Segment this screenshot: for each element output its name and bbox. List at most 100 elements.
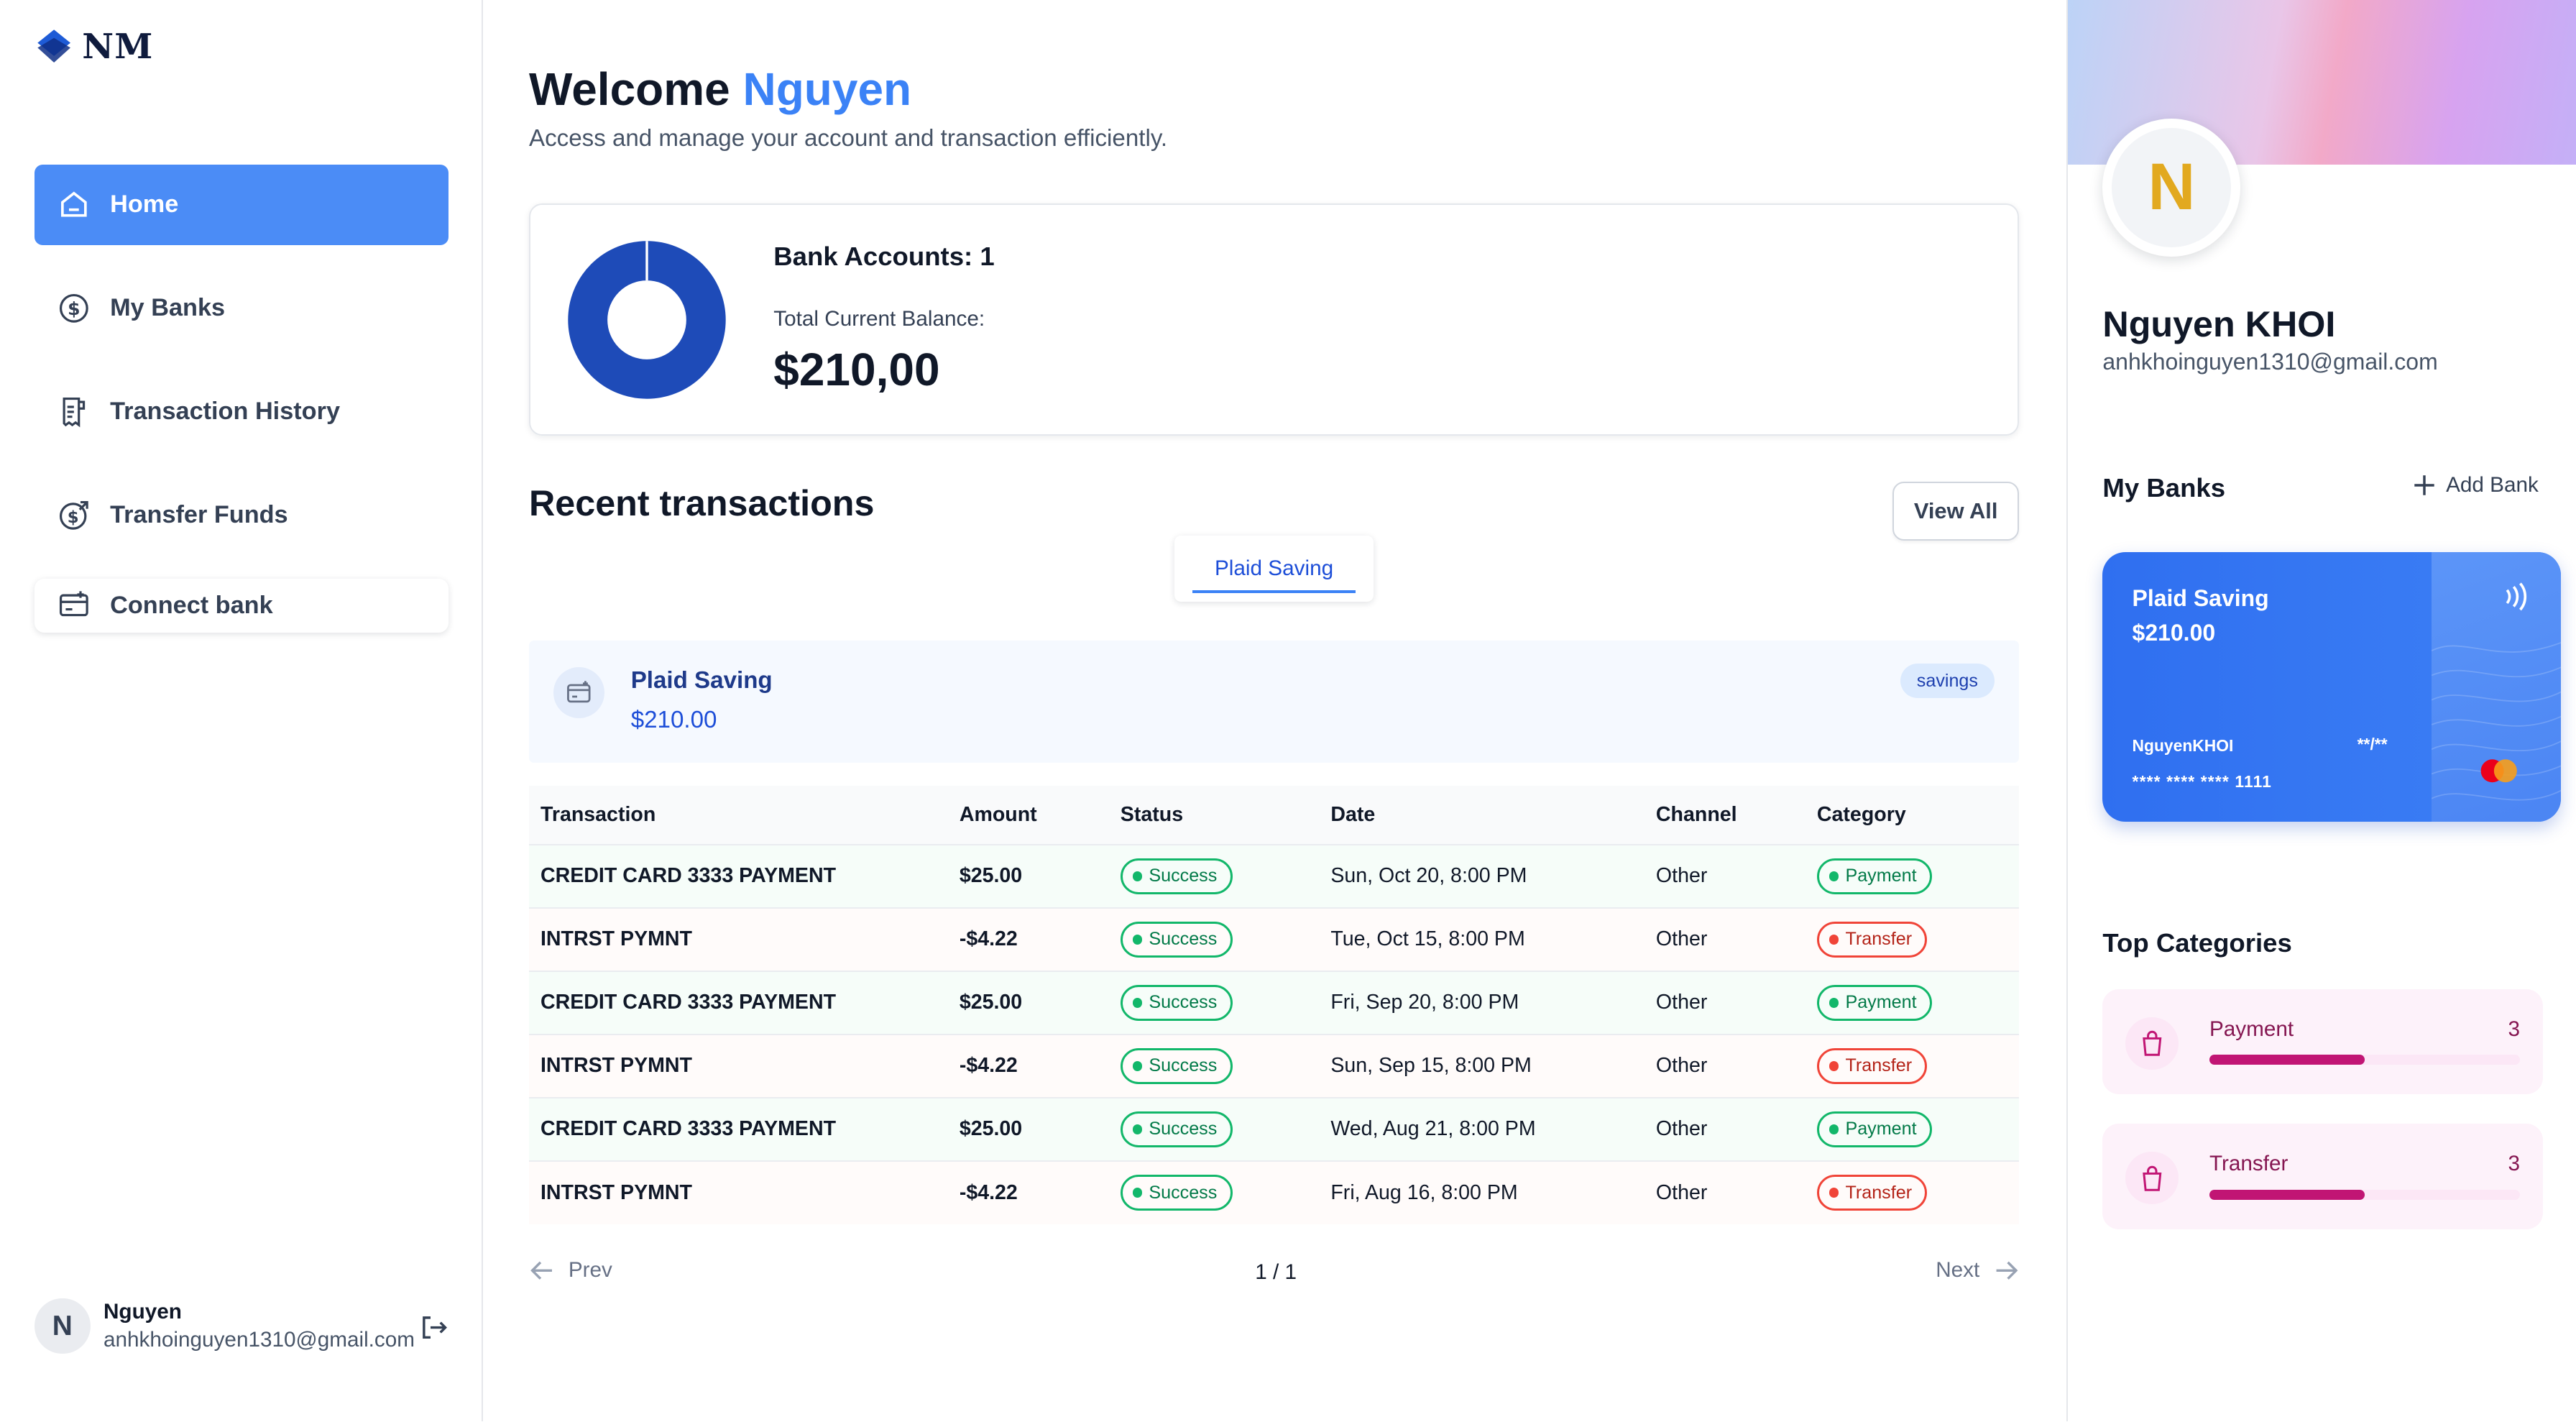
status-badge: Success xyxy=(1120,984,1233,1021)
col-category: Category xyxy=(1805,785,2020,845)
nav-transfer-funds[interactable]: $ Transfer Funds xyxy=(34,475,448,556)
profile-avatar: N xyxy=(2102,118,2241,257)
tx-channel: Other xyxy=(1644,843,1806,908)
bank-account-info: Plaid Saving $210.00 savings xyxy=(528,641,2020,763)
tx-date: Sun, Oct 20, 8:00 PM xyxy=(1319,843,1644,908)
tx-channel: Other xyxy=(1644,1096,1806,1161)
status-text: Success xyxy=(1149,1119,1218,1139)
table-row[interactable]: CREDIT CARD 3333 PAYMENT $25.00 Success … xyxy=(528,843,2020,908)
tx-name: INTRST PYMNT xyxy=(528,1033,948,1098)
table-row[interactable]: CREDIT CARD 3333 PAYMENT $25.00 Success … xyxy=(528,1096,2020,1161)
category-progress xyxy=(2209,1189,2520,1200)
category-card-transfer: Transfer 3 xyxy=(2102,1124,2543,1229)
col-transaction: Transaction xyxy=(528,785,948,845)
category-badge: Transfer xyxy=(1816,1175,1928,1211)
logo[interactable]: NM xyxy=(36,27,153,67)
category-card-payment: Payment 3 xyxy=(2102,988,2543,1095)
category-count: 3 xyxy=(2508,1017,2520,1041)
page-indicator: 1 / 1 xyxy=(1255,1260,1297,1285)
status-text: Success xyxy=(1149,992,1218,1013)
prev-label: Prev xyxy=(568,1257,612,1282)
plus-icon xyxy=(2414,475,2435,495)
shopping-bag-icon xyxy=(2125,1152,2179,1205)
account-type-badge: savings xyxy=(1900,664,1995,699)
tx-name: CREDIT CARD 3333 PAYMENT xyxy=(528,1096,948,1161)
welcome-name: Nguyen xyxy=(742,63,912,115)
category-badge: Payment xyxy=(1816,1111,1932,1147)
nav-transaction-history[interactable]: Transaction History xyxy=(34,372,448,452)
user-name: Nguyen xyxy=(103,1300,182,1324)
category-text: Payment xyxy=(1845,866,1917,886)
app-root: NM Home $ My Banks Transaction History $… xyxy=(0,0,2576,1422)
category-count: 3 xyxy=(2508,1152,2520,1176)
col-status: Status xyxy=(1108,785,1320,845)
status-badge: Success xyxy=(1120,1111,1233,1147)
nav-transaction-history-label: Transaction History xyxy=(110,398,340,426)
card-holder: NguyenKHOI xyxy=(2132,735,2234,755)
welcome-text: Welcome xyxy=(528,63,730,115)
bank-card[interactable]: Plaid Saving $210.00 NguyenKHOI **/** **… xyxy=(2102,551,2562,822)
table-header-row: Transaction Amount Status Date Channel C… xyxy=(528,785,2020,845)
home-icon xyxy=(60,191,87,217)
arrow-left-icon xyxy=(530,1261,552,1280)
table-row[interactable]: INTRST PYMNT -$4.22 Success Sun, Sep 15,… xyxy=(528,1033,2020,1098)
svg-text:$: $ xyxy=(68,298,80,319)
category-text: Transfer xyxy=(1845,929,1913,950)
table-row[interactable]: INTRST PYMNT -$4.22 Success Fri, Aug 16,… xyxy=(528,1160,2020,1224)
status-badge: Success xyxy=(1120,1047,1233,1084)
dollar-circle-icon: $ xyxy=(59,293,88,323)
tx-amount: -$4.22 xyxy=(947,907,1109,971)
contactless-icon xyxy=(2506,582,2526,611)
tx-date: Wed, Aug 21, 8:00 PM xyxy=(1319,1096,1644,1161)
category-name: Payment xyxy=(2209,1017,2294,1041)
col-channel: Channel xyxy=(1644,785,1806,845)
nav-connect-bank[interactable]: Connect bank xyxy=(34,579,448,633)
tab-plaid-saving[interactable]: Plaid Saving xyxy=(1174,536,1374,601)
tx-name: INTRST PYMNT xyxy=(528,907,948,971)
page-subtitle: Access and manage your account and trans… xyxy=(528,124,1168,152)
status-badge: Success xyxy=(1120,1175,1233,1211)
my-banks-title: My Banks xyxy=(2102,473,2226,503)
prev-button[interactable]: Prev xyxy=(529,1257,612,1284)
recent-transactions-title: Recent transactions xyxy=(528,482,875,523)
profile-email: anhkhoinguyen1310@gmail.com xyxy=(2102,348,2438,375)
user-email: anhkhoinguyen1310@gmail.com xyxy=(103,1327,415,1352)
tx-date: Tue, Oct 15, 8:00 PM xyxy=(1319,907,1644,971)
category-text: Transfer xyxy=(1845,1182,1913,1203)
sidebar-user: N Nguyen anhkhoinguyen1310@gmail.com xyxy=(34,1298,448,1354)
table-row[interactable]: CREDIT CARD 3333 PAYMENT $25.00 Success … xyxy=(528,970,2020,1035)
category-progress-fill xyxy=(2209,1055,2365,1065)
tx-date: Sun, Sep 15, 8:00 PM xyxy=(1319,1033,1644,1098)
next-label: Next xyxy=(1936,1257,1980,1282)
category-progress-fill xyxy=(2209,1189,2365,1200)
nav-my-banks[interactable]: $ My Banks xyxy=(34,268,448,349)
card-expiry: **/** xyxy=(2357,734,2388,753)
profile-panel: N Nguyen KHOI anhkhoinguyen1310@gmail.co… xyxy=(2066,0,2576,1422)
pagination: Prev 1 / 1 Next xyxy=(529,1257,2019,1290)
view-all-button[interactable]: View All xyxy=(1892,481,2020,541)
account-name: Plaid Saving xyxy=(630,666,773,694)
logout-icon[interactable] xyxy=(419,1313,448,1342)
sidebar: NM Home $ My Banks Transaction History $… xyxy=(0,0,483,1422)
col-amount: Amount xyxy=(947,785,1109,845)
mastercard-icon xyxy=(2480,758,2517,782)
receipt-icon xyxy=(63,397,86,428)
category-progress xyxy=(2209,1055,2520,1065)
nav-my-banks-label: My Banks xyxy=(110,294,226,322)
add-bank-button[interactable]: Add Bank xyxy=(2413,473,2539,497)
card-add-icon xyxy=(59,591,88,617)
profile-name: Nguyen KHOI xyxy=(2102,303,2336,344)
status-text: Success xyxy=(1149,1055,1218,1076)
logo-text: NM xyxy=(82,26,154,67)
category-badge: Payment xyxy=(1816,984,1932,1021)
next-button[interactable]: Next xyxy=(1936,1257,2019,1284)
top-categories-title: Top Categories xyxy=(2102,928,2292,958)
table-row[interactable]: INTRST PYMNT -$4.22 Success Tue, Oct 15,… xyxy=(528,907,2020,971)
bank-accounts-count: Bank Accounts: 1 xyxy=(773,241,995,271)
nav-home[interactable]: Home xyxy=(34,164,448,245)
category-badge: Transfer xyxy=(1816,1047,1928,1084)
nav-home-label: Home xyxy=(110,191,179,219)
status-text: Success xyxy=(1149,929,1218,950)
category-name: Transfer xyxy=(2209,1152,2288,1176)
tx-amount: $25.00 xyxy=(947,843,1109,908)
